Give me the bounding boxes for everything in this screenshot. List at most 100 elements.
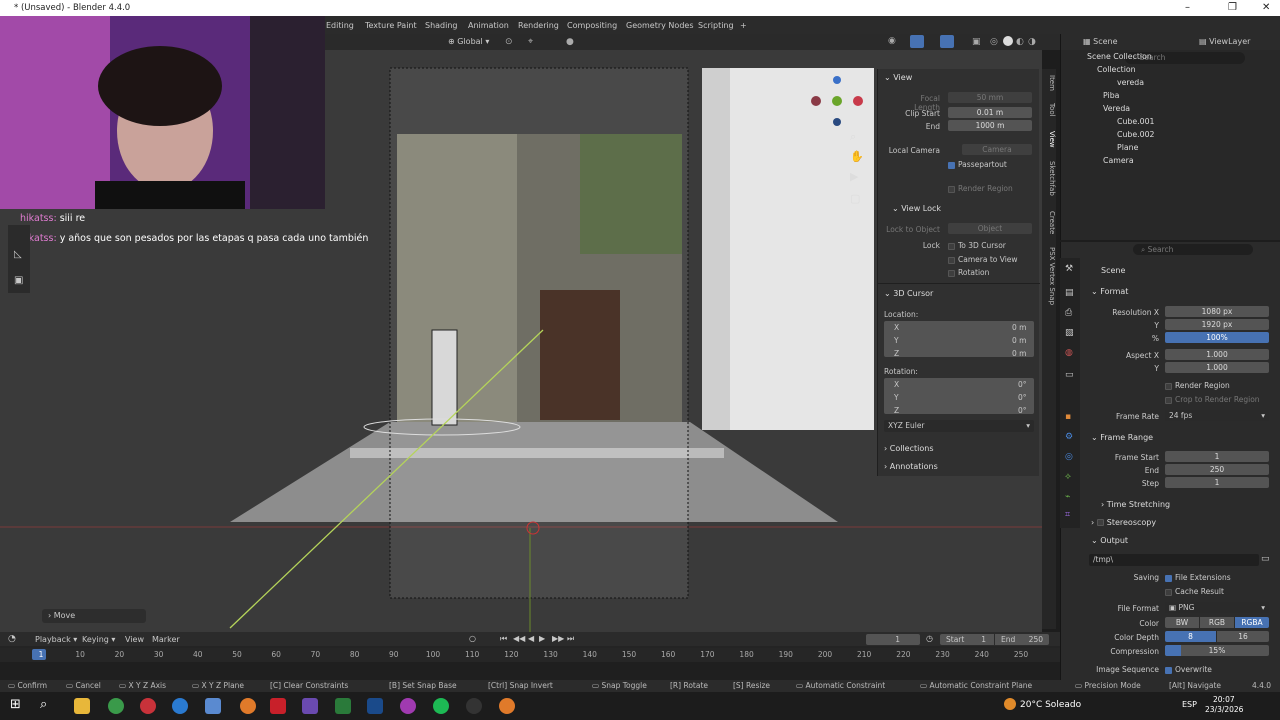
orientation-dropdown[interactable]: ⊕ Global ▾ (448, 37, 489, 46)
tab-shading[interactable]: Shading (425, 21, 458, 30)
time-stretching-panel[interactable]: › Time Stretching (1101, 500, 1170, 509)
obs-studio-icon[interactable] (466, 698, 482, 714)
zoom-icon[interactable]: ⌕ (850, 130, 856, 144)
youtube-icon[interactable] (270, 698, 286, 714)
file-explorer-icon[interactable] (74, 698, 90, 714)
outliner-row[interactable]: vereda (1061, 78, 1280, 91)
tab-view[interactable]: View (1042, 131, 1056, 148)
pivot-icon[interactable]: ⊙ (505, 37, 513, 47)
editor-type-icon[interactable]: ◔ (8, 634, 16, 644)
weather-icon[interactable] (1004, 698, 1016, 710)
timeline-track-area[interactable] (0, 662, 1060, 680)
rotation-checkbox[interactable]: Rotation (948, 268, 989, 277)
minimize-icon[interactable]: – (1185, 2, 1190, 13)
outliner-row[interactable]: Scene Collection (1061, 52, 1280, 65)
preview-range-icon[interactable]: ◷ (926, 634, 933, 643)
pycharm-icon[interactable] (335, 698, 351, 714)
depth-16-button[interactable]: 16 (1217, 631, 1269, 642)
resolution-x-field[interactable]: 1080 px (1165, 306, 1269, 317)
loc-z-value[interactable]: 0 m (1012, 349, 1026, 358)
tab-animation[interactable]: Animation (468, 21, 509, 30)
start-frame-field[interactable]: Start 1 (940, 634, 994, 645)
depth-8-button[interactable]: 8 (1165, 631, 1216, 642)
view-layer-tab-icon[interactable]: ▧ (1065, 328, 1074, 338)
color-rgb-button[interactable]: RGB (1200, 617, 1234, 628)
rot-y-value[interactable]: 0° (1018, 393, 1027, 402)
frame-rate-dropdown[interactable]: 24 fps ▾ (1165, 410, 1269, 421)
loc-x-value[interactable]: 0 m (1012, 323, 1026, 332)
material-shading-icon[interactable]: ◐ (1016, 37, 1024, 47)
paint-icon[interactable] (400, 698, 416, 714)
next-key-icon[interactable]: ▶▶ (552, 634, 564, 643)
last-operator-panel[interactable]: › Move (42, 609, 146, 623)
modifier-tab-icon[interactable]: ⚙ (1065, 432, 1073, 442)
tab-create[interactable]: Create (1042, 211, 1056, 234)
outliner-row[interactable]: Piba (1061, 91, 1280, 104)
tab-texture-paint[interactable]: Texture Paint (365, 21, 417, 30)
view-lock-title[interactable]: ⌄ View Lock (892, 204, 941, 213)
clip-end-field[interactable]: 1000 m (948, 120, 1032, 131)
vscode-icon[interactable] (367, 698, 383, 714)
lock-object-field[interactable]: Object (948, 223, 1032, 234)
frame-start-field[interactable]: 1 (1165, 451, 1269, 462)
wireframe-shading-icon[interactable]: ◎ (990, 37, 998, 47)
lock-icon[interactable]: ▢ (850, 192, 860, 205)
tab-psx-vertex-snap[interactable]: PSX Vertex Snap (1042, 247, 1056, 305)
scene-selector[interactable]: ▦ Scene (1083, 37, 1118, 46)
snap-icon[interactable]: ⌖ (528, 37, 533, 47)
passepartout-checkbox[interactable]: Passepartout (948, 160, 1007, 169)
search-icon[interactable]: ⌕ (40, 697, 47, 712)
outliner-row[interactable]: Vereda (1061, 104, 1280, 117)
overlay-toggle-icon[interactable] (940, 35, 954, 48)
blender-active-icon[interactable] (499, 698, 515, 714)
chrome-icon[interactable] (108, 698, 124, 714)
end-frame-field[interactable]: End 250 (995, 634, 1049, 645)
jump-start-icon[interactable]: ⏮ (500, 634, 507, 644)
euler-dropdown[interactable]: XYZ Euler ▾ (884, 420, 1034, 432)
current-frame-field[interactable]: 1 (866, 634, 920, 645)
output-path-field[interactable]: /tmp\ (1089, 554, 1259, 566)
object-tab-icon[interactable]: ▪ (1065, 412, 1071, 422)
jump-end-icon[interactable]: ⏭ (567, 634, 574, 644)
tab-item[interactable]: Item (1042, 75, 1056, 91)
clock-time[interactable]: 20:07 (1213, 695, 1235, 704)
view-panel-title[interactable]: ⌄ View (884, 73, 912, 82)
render-region-checkbox[interactable]: Render Region (948, 184, 1013, 193)
aspect-y-field[interactable]: 1.000 (1165, 362, 1269, 373)
frame-end-field[interactable]: 250 (1165, 464, 1269, 475)
timeline-ruler[interactable]: 1 10 20 30 40 50 60 70 80 90 100 110 120 130 140 150 160… (0, 648, 1060, 662)
frame-step-field[interactable]: 1 (1165, 477, 1269, 488)
annotations-panel[interactable]: › Annotations (884, 462, 938, 471)
measure-tool-icon[interactable]: ◺ (14, 249, 22, 260)
texture-tab-icon[interactable]: ⌗ (1065, 510, 1070, 520)
app-icon[interactable] (205, 698, 221, 714)
render-region-prop-checkbox[interactable]: Render Region (1165, 381, 1230, 390)
output-panel-title[interactable]: ⌄ Output (1091, 536, 1128, 545)
outliner-row[interactable]: Plane (1061, 143, 1280, 156)
prev-key-icon[interactable]: ◀◀ (513, 634, 525, 643)
opera-icon[interactable] (140, 698, 156, 714)
camera-to-view-checkbox[interactable]: Camera to View (948, 255, 1018, 264)
local-camera-field[interactable]: Camera (962, 144, 1032, 155)
tab-tool[interactable]: Tool (1042, 103, 1056, 117)
outliner-row[interactable]: Cube.002 (1061, 130, 1280, 143)
windows-start-icon[interactable]: ⊞ (10, 697, 21, 712)
viewlayer-selector[interactable]: ▤ ViewLayer (1199, 37, 1250, 46)
render-tab-icon[interactable]: ▤ (1065, 288, 1074, 298)
collections-panel[interactable]: › Collections (884, 444, 934, 453)
marker-menu[interactable]: Marker (152, 635, 180, 644)
visibility-icon[interactable]: ◉ (888, 36, 896, 46)
clock-date[interactable]: 23/3/2026 (1205, 705, 1243, 714)
outliner-row[interactable]: Camera (1061, 156, 1280, 169)
solid-shading-icon[interactable] (1003, 36, 1013, 46)
output-tab-icon[interactable]: ⎙ (1065, 308, 1072, 318)
focal-length-field[interactable]: 50 mm (948, 92, 1032, 103)
tab-scripting[interactable]: Scripting (698, 21, 734, 30)
tool-tab-icon[interactable]: ⚒ (1065, 264, 1073, 274)
tab-rendering[interactable]: Rendering (518, 21, 559, 30)
frame-range-title[interactable]: ⌄ Frame Range (1091, 433, 1153, 442)
rot-x-value[interactable]: 0° (1018, 380, 1027, 389)
close-icon[interactable]: ✕ (1262, 2, 1270, 13)
rendered-shading-icon[interactable]: ◑ (1028, 37, 1036, 47)
tab-sketchfab[interactable]: Sketchfab (1042, 161, 1056, 196)
